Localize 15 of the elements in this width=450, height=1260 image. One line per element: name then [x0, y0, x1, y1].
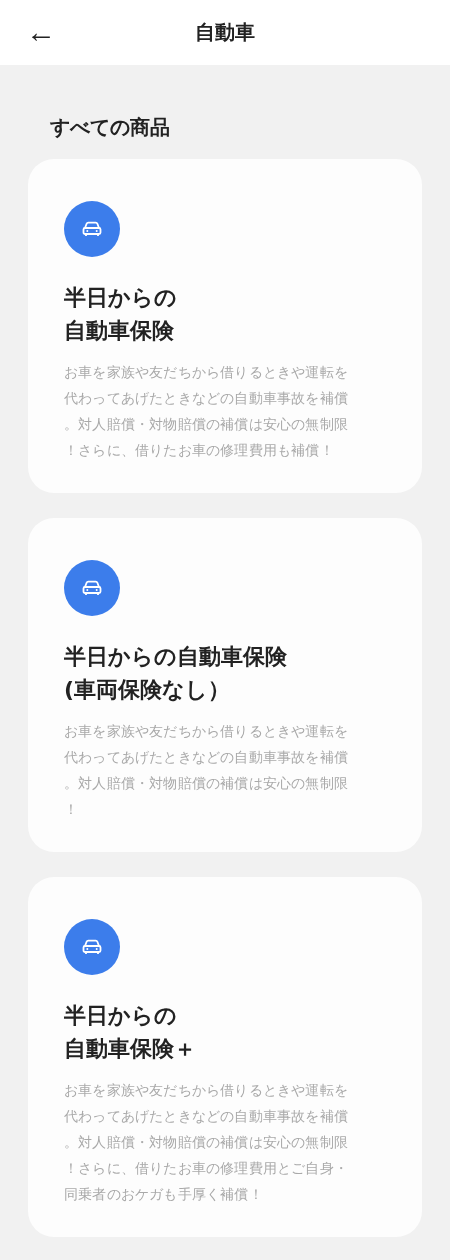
product-description: お車を家族や友だちから借りるときや運転を代わってあげたときなどの自動車事故を補償。対人賠償・対物賠償の補償は安心の無制限！さらに、借りたお車の修理費用も補償！	[64, 363, 349, 460]
product-title: 自動車保険	[64, 317, 174, 345]
product-title: 自動車保険＋	[64, 1035, 196, 1063]
product-title: 半日からの	[64, 1002, 177, 1030]
product-title: 半日からの	[64, 284, 177, 312]
product-title: 半日からの自動車保険	[64, 643, 287, 671]
section-title: すべての商品	[50, 114, 171, 141]
product-description: お車を家族や友だちから借りるときや運転を代わってあげたときなどの自動車事故を補償。対人賠償・対物賠償の補償は安心の無制限！	[64, 722, 349, 819]
product-description: お車を家族や友だちから借りるときや運転を代わってあげたときなどの自動車事故を補償。対人賠償・対物賠償の補償は安心の無制限！さらに、借りたお車の修理費用とご自身・同乗者のおケガも手厚く補償！	[64, 1081, 349, 1204]
product-card[interactable]: 半日からの 自動車保険＋ お車を家族や友だちから借りるときや運転を代わってあげたときなどの自動車事故を補償。対人賠償・対物賠償の補償は安心の無制限！さらに、借りたお車の修理費用とご自身・同乗者のおケガも手厚く補償！	[28, 877, 422, 1237]
product-card[interactable]: 半日からの自動車保険 (車両保険なし） お車を家族や友だちから借りるときや運転を代わってあげたときなどの自動車事故を補償。対人賠償・対物賠償の補償は安心の無制限！	[28, 518, 422, 852]
product-title: (車両保険なし）	[64, 676, 231, 704]
product-card[interactable]: 半日からの 自動車保険 お車を家族や友だちから借りるときや運転を代わってあげたときなどの自動車事故を補償。対人賠償・対物賠償の補償は安心の無制限！さらに、借りたお車の修理費用も補償！	[28, 159, 422, 493]
page-title: 自動車	[195, 19, 255, 46]
back-button[interactable]: ←	[22, 14, 60, 50]
